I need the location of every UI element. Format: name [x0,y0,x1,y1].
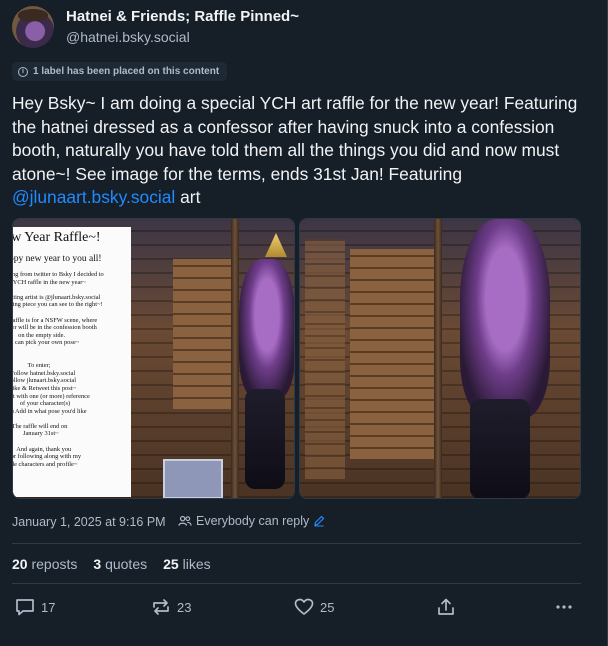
booth-pole [231,219,239,498]
share-button[interactable] [436,598,456,616]
info-icon: i [18,66,28,77]
post-container: Hatnei & Friends; Raffle Pinned~ @hatnei… [0,0,608,646]
post-text-body: Hey Bsky~ I am doing a special YCH art r… [12,93,578,184]
booth-panel [305,239,345,479]
repost-count: 23 [177,599,192,615]
share-icon [438,598,454,615]
avatar-hat-shape [18,9,48,21]
quotes-label: quotes [105,556,148,572]
character-figure [239,259,294,399]
raffle-subtitle: ppy new year to you all! [13,254,102,264]
like-count: 25 [320,599,335,615]
post-actions: 17 23 25 [12,598,578,620]
avatar[interactable] [12,6,54,48]
post-text-tail: art [175,187,201,207]
author-display-name[interactable]: Hatnei & Friends; Raffle Pinned~ [66,8,299,25]
content-label-notice[interactable]: i 1 label has been placed on this conten… [12,62,228,81]
character-figure [460,219,550,419]
floor-tile [163,459,223,498]
raffle-title: ew Year Raffle~! [13,230,101,245]
character-legs [245,389,285,489]
post-timestamp[interactable]: January 1, 2025 at 9:16 PM [12,515,166,529]
more-options-button[interactable] [554,598,574,616]
booth-artwork [300,219,580,498]
reposts-label: reposts [31,556,78,572]
quotes-count: 3 [93,556,102,572]
post-image-1[interactable]: ew Year Raffle~! ppy new year to you all… [12,218,295,499]
character-legs [470,399,530,498]
repost-button[interactable]: 23 [151,598,191,616]
edit-icon[interactable] [313,515,325,527]
reposts-stat[interactable]: 20 reposts [12,556,77,572]
booth-panel [350,249,440,459]
repost-icon [153,599,169,615]
more-icon [556,605,572,609]
people-icon [178,515,192,526]
reposts-count: 20 [12,556,28,572]
post-image-2[interactable] [299,218,581,499]
character-mitre [265,233,287,257]
heart-icon [294,598,314,615]
reply-button[interactable]: 17 [15,598,55,616]
author-handle[interactable]: @hatnei.bsky.social [66,29,190,45]
raffle-body: ving from twitter to Bsky I decided to a… [13,271,104,468]
reply-setting[interactable]: Everybody can reply [178,514,325,528]
likes-stat[interactable]: 25 likes [163,556,210,572]
likes-label: likes [182,556,211,572]
engagement-stats: 20 reposts 3 quotes 25 likes [12,556,211,572]
like-button[interactable]: 25 [294,598,334,616]
reply-count: 17 [41,599,56,615]
content-label-text: 1 label has been placed on this content [33,66,220,77]
booth-pole [434,219,442,498]
mention-link[interactable]: @jlunaart.bsky.social [12,187,175,207]
post-text: Hey Bsky~ I am doing a special YCH art r… [12,92,587,210]
quotes-stat[interactable]: 3 quotes [93,556,147,572]
booth-panel [173,259,233,409]
likes-count: 25 [163,556,179,572]
raffle-terms-card: ew Year Raffle~! ppy new year to you all… [13,227,131,497]
divider [12,583,581,584]
reply-setting-label: Everybody can reply [196,514,310,528]
reply-icon [16,599,34,616]
divider [12,543,581,544]
